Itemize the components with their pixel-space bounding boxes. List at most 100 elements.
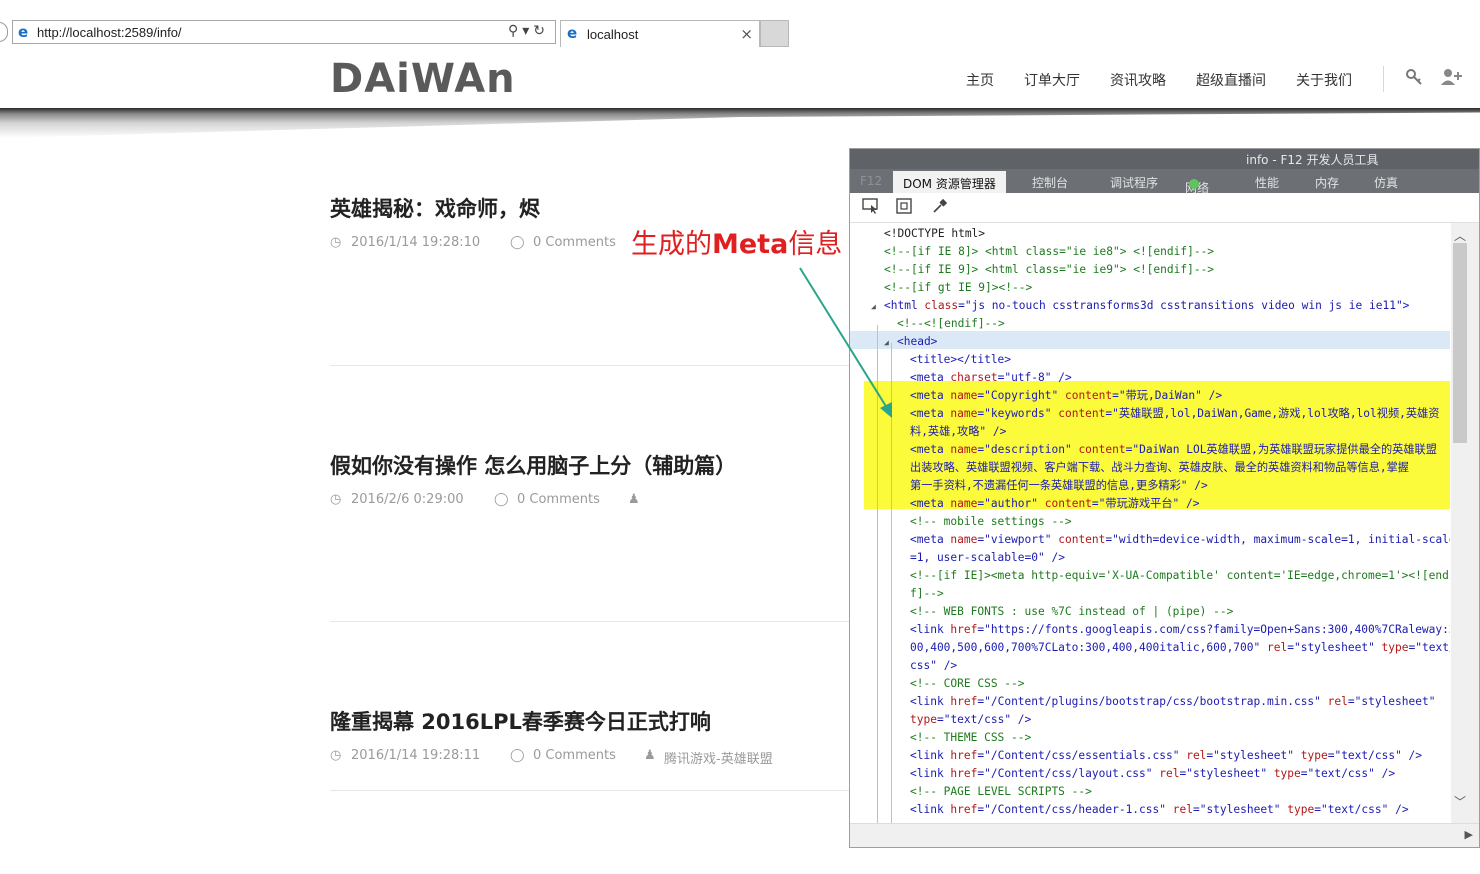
nav-item-about[interactable]: 关于我们 [1296, 70, 1352, 90]
code-line[interactable]: css" /> [910, 657, 957, 675]
code-line[interactable]: <title></title> [910, 351, 1011, 369]
post-comments[interactable]: 0 Comments [533, 748, 616, 763]
code-line[interactable]: <link href="/Content/plugins/bootstrap/c… [910, 693, 1435, 711]
code-line[interactable]: <!-- THEME CSS --> [910, 729, 1031, 747]
code-line[interactable]: <meta name="Copyright" content="带玩,DaiWa… [910, 387, 1222, 405]
post-title[interactable]: 英雄揭秘：戏命师，烬 [330, 193, 850, 223]
code-line[interactable]: <!--[if IE]><meta http-equiv='X-UA-Compa… [910, 567, 1450, 585]
code-line[interactable]: <link href="/Content/css/essentials.css"… [910, 747, 1422, 765]
post-comments[interactable]: 0 Comments [533, 235, 616, 250]
code-line[interactable]: <meta name="viewport" content="width=dev… [910, 531, 1450, 549]
code-line[interactable]: <!-- PAGE LEVEL SCRIPTS --> [910, 783, 1092, 801]
back-button[interactable] [0, 22, 8, 42]
code-token: =" [1105, 407, 1119, 420]
code-token: name [950, 443, 978, 456]
site-logo[interactable]: DAiWAn [330, 56, 516, 102]
tab-debugger[interactable]: 调试程序 [1110, 174, 1158, 191]
login-key-icon[interactable] [1405, 68, 1423, 91]
code-line[interactable]: f]--> [910, 585, 944, 603]
nav-item-orders[interactable]: 订单大厅 [1024, 70, 1080, 90]
add-user-icon[interactable] [1440, 68, 1464, 91]
code-line[interactable]: <!--[if gt IE 9]><!--> [884, 279, 1032, 297]
code-token: href [950, 749, 978, 762]
code-line[interactable]: type="text/css" /> [910, 711, 1031, 729]
code-token: stylesheet [1361, 695, 1429, 708]
post-comments[interactable]: 0 Comments [517, 492, 600, 507]
nav-item-live[interactable]: 超级直播间 [1196, 70, 1266, 90]
code-line[interactable]: <!DOCTYPE html> [884, 225, 985, 243]
code-line[interactable]: <!-- WEB FONTS : use %7C instead of | (p… [910, 603, 1233, 621]
code-line[interactable]: <meta name="description" content="DaiWan… [910, 441, 1437, 459]
code-line[interactable]: <link href="https://fonts.googleapis.com… [910, 621, 1450, 639]
code-line[interactable]: <!-- mobile settings --> [910, 513, 1072, 531]
browser-tab[interactable]: e localhost × [560, 20, 760, 47]
color-picker-icon[interactable] [932, 198, 948, 218]
code-token: <html [884, 299, 925, 312]
code-token: =" [958, 299, 972, 312]
code-line[interactable]: <!--<![endif]--> [897, 315, 1005, 333]
nav-item-news[interactable]: 资讯攻略 [1110, 70, 1166, 90]
code-token: /Content/css/header-1.css [990, 803, 1160, 816]
code-line[interactable]: =1, user-scalable=0" /> [910, 549, 1065, 567]
tab-console[interactable]: 控制台 [1032, 174, 1068, 191]
header-shadow [0, 108, 1480, 138]
scroll-right-icon[interactable]: ▶ [1465, 828, 1473, 841]
collapse-toggle-icon[interactable]: ◢ [884, 338, 889, 347]
tab-memory[interactable]: 内存 [1315, 174, 1339, 191]
address-tools[interactable]: ⚲▾↻ [508, 23, 549, 39]
post-divider [330, 790, 850, 791]
scroll-up-icon[interactable]: ︿ [1454, 227, 1466, 244]
code-line[interactable]: 第一手资料,不遗漏任何一条英雄联盟的信息,更多精彩" /> [910, 477, 1208, 495]
new-tab-button[interactable] [760, 20, 789, 47]
post-author[interactable]: 腾讯游戏-英雄联盟 [664, 748, 773, 767]
code-line[interactable]: <!--[if IE 9]> <html class="ie ie9"> <![… [884, 261, 1214, 279]
code-line[interactable]: <meta name="author" content="带玩游戏平台" /> [910, 495, 1200, 513]
code-line[interactable]: 00,400,500,600,700%7CLato:300,400,400ita… [910, 639, 1450, 657]
tab-emulation[interactable]: 仿真 [1374, 174, 1398, 191]
scroll-thumb[interactable] [1453, 243, 1467, 443]
code-line[interactable]: <!-- CORE CSS --> [910, 675, 1025, 693]
code-token: 带玩游戏平台 [1105, 497, 1173, 510]
dropdown-icon[interactable]: ▾ [522, 23, 533, 39]
code-token: href [950, 695, 978, 708]
post-title[interactable]: 隆重揭幕 2016LPL春季赛今日正式打响 [330, 706, 850, 736]
code-line[interactable]: <head> [897, 333, 937, 351]
code-token: js no-touch csstransforms3d csstransitio… [971, 299, 1396, 312]
select-element-icon[interactable] [862, 198, 880, 218]
vertical-scrollbar[interactable]: ︿ ﹀ [1451, 223, 1479, 823]
code-token: " /> [1395, 749, 1423, 762]
code-line[interactable]: <link href="/Content/css/layout.css" rel… [910, 765, 1395, 783]
address-bar[interactable]: e http://localhost:2589/info/ ⚲▾↻ [12, 20, 556, 44]
code-token: 料,英雄,攻略 [910, 425, 980, 438]
code-token: stylesheet [1300, 641, 1369, 654]
post-title[interactable]: 假如你没有操作 怎么用脑子上分（辅助篇） [330, 450, 850, 480]
code-line[interactable]: 出装攻略、英雄联盟视频、客户端下载、战斗力查询、英雄皮肤、最全的英雄资料和物品等… [910, 459, 1409, 477]
address-url[interactable]: http://localhost:2589/info/ [37, 25, 182, 40]
post-item: 假如你没有操作 怎么用脑子上分（辅助篇） ◷ 2016/2/6 0:29:00 … [330, 450, 850, 507]
scroll-down-icon[interactable]: ﹀ [1454, 793, 1466, 810]
code-line[interactable]: 料,英雄,攻略" /> [910, 423, 1006, 441]
code-line[interactable]: <meta charset="utf-8" /> [910, 369, 1072, 387]
code-token: <link [910, 695, 951, 708]
refresh-icon[interactable]: ↻ [533, 23, 549, 39]
code-token: <meta [910, 533, 951, 546]
code-token: =" [997, 371, 1012, 384]
code-token: =" [1206, 749, 1220, 762]
nav-item-home[interactable]: 主页 [966, 70, 994, 90]
code-token: " /> [1381, 803, 1409, 816]
search-icon[interactable]: ⚲ [508, 23, 522, 39]
tab-dom-explorer[interactable]: DOM 资源管理器 [893, 171, 1006, 193]
code-line[interactable]: <html class="js no-touch csstransforms3d… [884, 297, 1409, 315]
collapse-toggle-icon[interactable]: ◢ [871, 302, 876, 311]
annotation-suffix: 信息 [788, 229, 843, 260]
code-line[interactable]: <meta name="keywords" content="英雄联盟,lol,… [910, 405, 1439, 423]
code-token: =" [977, 443, 991, 456]
code-line[interactable]: <!--[if IE 8]> <html class="ie ie8"> <![… [884, 243, 1214, 261]
code-token: "> [1395, 299, 1410, 312]
tab-performance[interactable]: 性能 [1255, 174, 1279, 191]
code-line[interactable]: <link href="/Content/css/header-1.css" r… [910, 801, 1409, 819]
highlight-element-icon[interactable] [896, 198, 912, 218]
close-tab-icon[interactable]: × [740, 25, 753, 43]
horizontal-scrollbar[interactable]: ▶ [850, 823, 1479, 847]
code-token: =" [977, 389, 991, 402]
